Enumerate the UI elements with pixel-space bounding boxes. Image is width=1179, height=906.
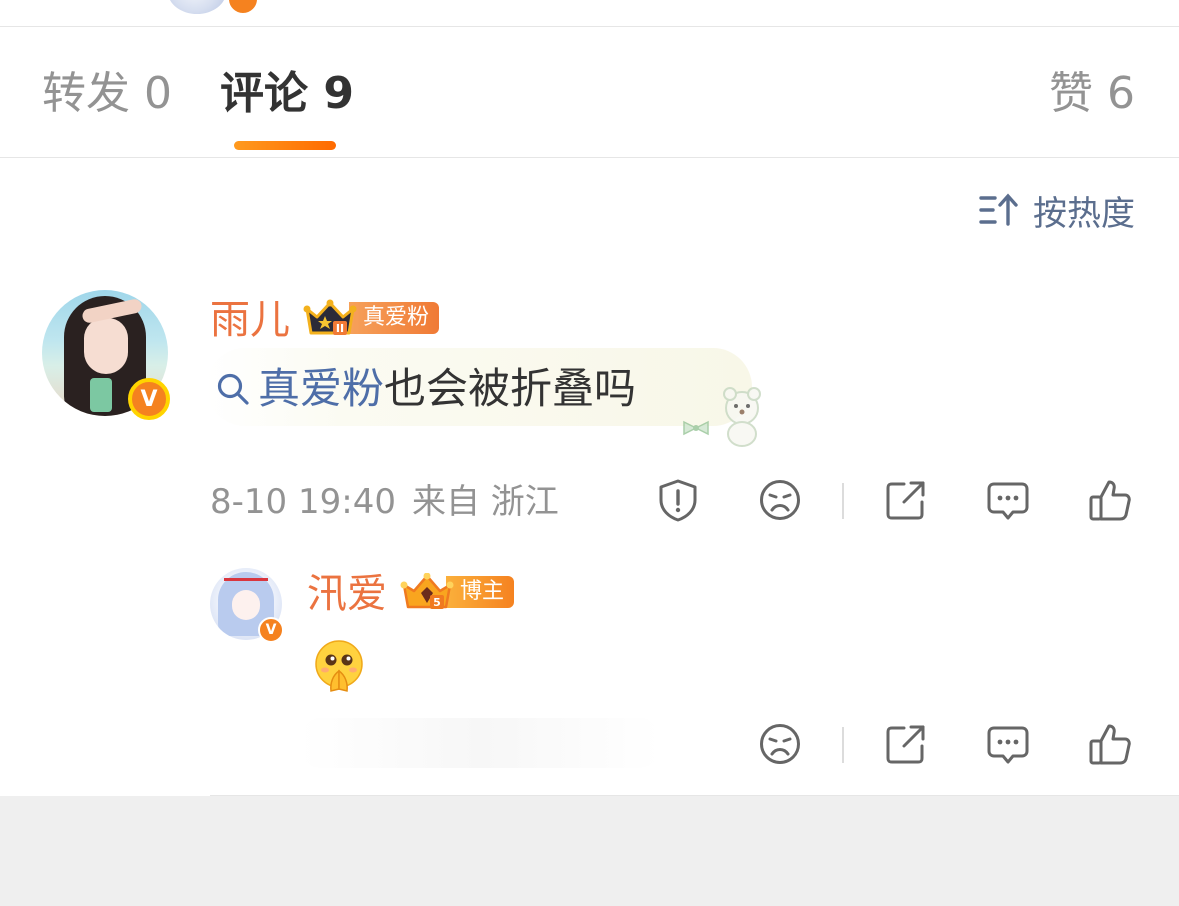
tab-forward[interactable]: 转发 0 [42, 64, 172, 124]
comment-page: 转发 0 评论 9 赞 6 按热度 V 雨儿 II 真爱粉 真爱粉 也会被折叠吗… [0, 0, 1179, 796]
svg-text:5: 5 [433, 596, 441, 609]
share-icon[interactable] [884, 722, 928, 766]
bubble-decoration-sticker-icon [683, 387, 761, 447]
tab-comment-label: 评论 [220, 68, 308, 119]
post-header-strip [0, 0, 1179, 27]
blogger-badge[interactable]: 5 博主 [400, 573, 515, 610]
tab-forward-label: 转发 [42, 68, 130, 119]
dislike-icon[interactable] [758, 478, 802, 522]
action-divider [842, 727, 844, 763]
fan-badge-label: 真爱粉 [349, 302, 440, 334]
reply-icon[interactable] [986, 478, 1030, 522]
tab-like-label: 赞 [1049, 68, 1093, 119]
tab-comment-count: 9 [323, 68, 354, 119]
report-icon[interactable] [656, 478, 700, 522]
tab-like-count: 6 [1107, 68, 1135, 119]
reply-icon[interactable] [986, 722, 1030, 766]
comment-body-text: 也会被折叠吗 [384, 364, 637, 413]
comment-divider [210, 795, 1179, 796]
post-author-avatar[interactable] [168, 0, 226, 14]
sort-label: 按热度 [1033, 193, 1135, 234]
svg-text:II: II [336, 322, 344, 335]
active-tab-indicator [234, 141, 336, 150]
tab-bar: 转发 0 评论 9 赞 6 [0, 28, 1179, 158]
blogger-crown-icon: 5 [400, 573, 454, 609]
blurred-placeholder [300, 718, 660, 768]
like-icon[interactable] [1088, 722, 1132, 766]
sort-hot-icon [979, 193, 1018, 226]
crown-icon: II [303, 299, 357, 335]
search-icon [217, 373, 249, 405]
blogger-badge-label: 博主 [446, 576, 515, 608]
tab-comment[interactable]: 评论 9 [220, 64, 354, 124]
verified-badge-icon [226, 0, 260, 16]
comment-date: 8-10 19:40 [210, 482, 396, 522]
verified-v-icon: V [128, 378, 170, 420]
share-icon[interactable] [884, 478, 928, 522]
tab-forward-count: 0 [144, 68, 172, 119]
pray-emoji-icon [315, 640, 363, 692]
like-icon[interactable] [1088, 478, 1132, 522]
commenter-username[interactable]: 雨儿 [210, 295, 290, 345]
verified-v-icon: V [258, 617, 284, 643]
topic-search-link[interactable]: 真爱粉 [258, 361, 384, 417]
sort-by-hot-button[interactable]: 按热度 [979, 188, 1135, 234]
fan-badge[interactable]: II 真爱粉 [303, 299, 440, 336]
action-divider [842, 483, 844, 519]
tab-like[interactable]: 赞 6 [1049, 64, 1135, 124]
dislike-icon[interactable] [758, 722, 802, 766]
comment-text: 真爱粉 也会被折叠吗 [216, 361, 636, 417]
comment-location: 来自 浙江 [411, 482, 559, 522]
replier-username[interactable]: 汛爱 [307, 569, 387, 619]
comment-meta: 8-10 19:40 来自 浙江 [210, 480, 559, 524]
